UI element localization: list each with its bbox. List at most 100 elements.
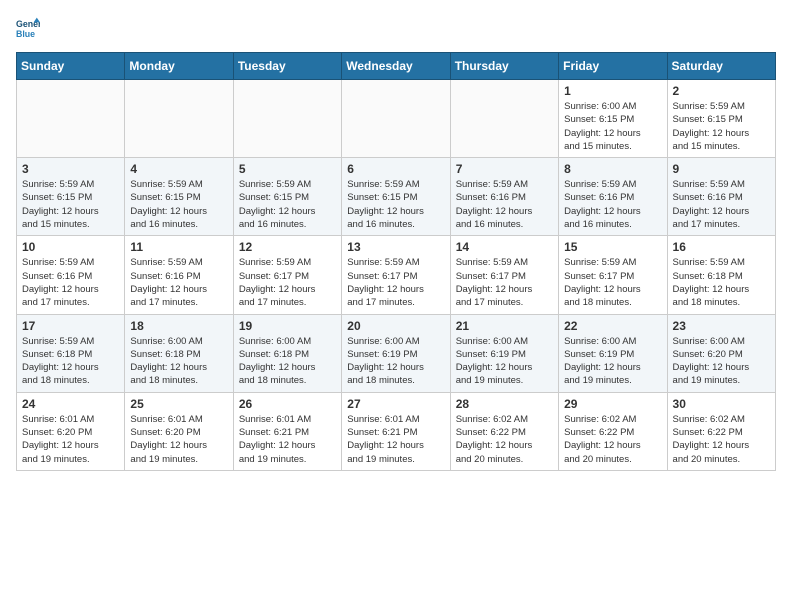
- calendar-day-cell: 18 Sunrise: 6:00 AMSunset: 6:18 PMDayligh…: [125, 314, 233, 392]
- day-number: 27: [347, 397, 444, 411]
- calendar-day-cell: 19 Sunrise: 6:00 AMSunset: 6:18 PMDayligh…: [233, 314, 341, 392]
- calendar-day-cell: 15 Sunrise: 5:59 AMSunset: 6:17 PMDayligh…: [559, 236, 667, 314]
- day-number: 4: [130, 162, 227, 176]
- calendar-table: SundayMondayTuesdayWednesdayThursdayFrid…: [16, 52, 776, 471]
- calendar-day-cell: 5 Sunrise: 5:59 AMSunset: 6:15 PMDaylight…: [233, 158, 341, 236]
- weekday-header: Saturday: [667, 53, 775, 80]
- calendar-day-cell: 10 Sunrise: 5:59 AMSunset: 6:16 PMDayligh…: [17, 236, 125, 314]
- day-info: Sunrise: 6:02 AMSunset: 6:22 PMDaylight:…: [456, 413, 553, 466]
- weekday-header: Monday: [125, 53, 233, 80]
- logo-icon: General Blue: [16, 16, 40, 40]
- calendar-week-row: 24 Sunrise: 6:01 AMSunset: 6:20 PMDayligh…: [17, 392, 776, 470]
- weekday-header: Wednesday: [342, 53, 450, 80]
- calendar-day-cell: [450, 80, 558, 158]
- calendar-day-cell: 23Sunrise: 6:00 AMSunset: 6:20 PMDayligh…: [667, 314, 775, 392]
- calendar-day-cell: 27Sunrise: 6:01 AMSunset: 6:21 PMDayligh…: [342, 392, 450, 470]
- calendar-day-cell: 9 Sunrise: 5:59 AMSunset: 6:16 PMDaylight…: [667, 158, 775, 236]
- day-number: 7: [456, 162, 553, 176]
- calendar-day-cell: 13 Sunrise: 5:59 AMSunset: 6:17 PMDayligh…: [342, 236, 450, 314]
- calendar-week-row: 17Sunrise: 5:59 AMSunset: 6:18 PMDayligh…: [17, 314, 776, 392]
- calendar-day-cell: 11 Sunrise: 5:59 AMSunset: 6:16 PMDayligh…: [125, 236, 233, 314]
- day-number: 20: [347, 319, 444, 333]
- day-number: 5: [239, 162, 336, 176]
- day-info: Sunrise: 6:01 AMSunset: 6:21 PMDaylight:…: [239, 413, 336, 466]
- day-info: Sunrise: 6:00 AMSunset: 6:15 PMDaylight:…: [564, 100, 661, 153]
- page-header: General Blue: [16, 16, 776, 40]
- day-number: 1: [564, 84, 661, 98]
- day-info: Sunrise: 6:00 AMSunset: 6:19 PMDaylight:…: [564, 335, 661, 388]
- calendar-day-cell: 6 Sunrise: 5:59 AMSunset: 6:15 PMDaylight…: [342, 158, 450, 236]
- calendar-day-cell: 21 Sunrise: 6:00 AMSunset: 6:19 PMDayligh…: [450, 314, 558, 392]
- calendar-day-cell: 8 Sunrise: 5:59 AMSunset: 6:16 PMDaylight…: [559, 158, 667, 236]
- calendar-day-cell: 14 Sunrise: 5:59 AMSunset: 6:17 PMDayligh…: [450, 236, 558, 314]
- calendar-day-cell: 12Sunrise: 5:59 AMSunset: 6:17 PMDayligh…: [233, 236, 341, 314]
- weekday-header: Thursday: [450, 53, 558, 80]
- day-number: 11: [130, 240, 227, 254]
- day-number: 2: [673, 84, 770, 98]
- day-number: 13: [347, 240, 444, 254]
- day-info: Sunrise: 6:02 AMSunset: 6:22 PMDaylight:…: [564, 413, 661, 466]
- day-info: Sunrise: 6:01 AMSunset: 6:20 PMDaylight:…: [130, 413, 227, 466]
- day-number: 21: [456, 319, 553, 333]
- day-number: 26: [239, 397, 336, 411]
- day-info: Sunrise: 5:59 AMSunset: 6:16 PMDaylight:…: [130, 256, 227, 309]
- day-number: 23: [673, 319, 770, 333]
- day-info: Sunrise: 5:59 AMSunset: 6:17 PMDaylight:…: [564, 256, 661, 309]
- calendar-day-cell: 4 Sunrise: 5:59 AMSunset: 6:15 PMDaylight…: [125, 158, 233, 236]
- day-number: 28: [456, 397, 553, 411]
- day-number: 17: [22, 319, 119, 333]
- day-info: Sunrise: 6:01 AMSunset: 6:20 PMDaylight:…: [22, 413, 119, 466]
- day-info: Sunrise: 5:59 AMSunset: 6:18 PMDaylight:…: [673, 256, 770, 309]
- calendar-day-cell: [125, 80, 233, 158]
- day-number: 25: [130, 397, 227, 411]
- calendar-week-row: 3 Sunrise: 5:59 AMSunset: 6:15 PMDaylight…: [17, 158, 776, 236]
- day-number: 8: [564, 162, 661, 176]
- day-number: 6: [347, 162, 444, 176]
- day-number: 9: [673, 162, 770, 176]
- weekday-header: Sunday: [17, 53, 125, 80]
- calendar-day-cell: 28 Sunrise: 6:02 AMSunset: 6:22 PMDayligh…: [450, 392, 558, 470]
- calendar-day-cell: 25 Sunrise: 6:01 AMSunset: 6:20 PMDayligh…: [125, 392, 233, 470]
- day-info: Sunrise: 6:00 AMSunset: 6:19 PMDaylight:…: [347, 335, 444, 388]
- day-info: Sunrise: 5:59 AMSunset: 6:17 PMDaylight:…: [347, 256, 444, 309]
- day-number: 15: [564, 240, 661, 254]
- day-number: 19: [239, 319, 336, 333]
- day-info: Sunrise: 5:59 AMSunset: 6:17 PMDaylight:…: [239, 256, 336, 309]
- day-info: Sunrise: 5:59 AMSunset: 6:15 PMDaylight:…: [239, 178, 336, 231]
- day-number: 3: [22, 162, 119, 176]
- day-number: 14: [456, 240, 553, 254]
- calendar-day-cell: 7 Sunrise: 5:59 AMSunset: 6:16 PMDaylight…: [450, 158, 558, 236]
- calendar-day-cell: 22 Sunrise: 6:00 AMSunset: 6:19 PMDayligh…: [559, 314, 667, 392]
- day-number: 29: [564, 397, 661, 411]
- weekday-header-row: SundayMondayTuesdayWednesdayThursdayFrid…: [17, 53, 776, 80]
- day-info: Sunrise: 6:00 AMSunset: 6:19 PMDaylight:…: [456, 335, 553, 388]
- calendar-day-cell: [342, 80, 450, 158]
- day-number: 10: [22, 240, 119, 254]
- day-info: Sunrise: 5:59 AMSunset: 6:16 PMDaylight:…: [456, 178, 553, 231]
- day-info: Sunrise: 5:59 AMSunset: 6:16 PMDaylight:…: [564, 178, 661, 231]
- logo: General Blue: [16, 16, 44, 40]
- calendar-day-cell: 3 Sunrise: 5:59 AMSunset: 6:15 PMDaylight…: [17, 158, 125, 236]
- calendar-day-cell: 2Sunrise: 5:59 AMSunset: 6:15 PMDaylight…: [667, 80, 775, 158]
- calendar-day-cell: 30 Sunrise: 6:02 AMSunset: 6:22 PMDayligh…: [667, 392, 775, 470]
- day-info: Sunrise: 5:59 AMSunset: 6:15 PMDaylight:…: [22, 178, 119, 231]
- day-number: 30: [673, 397, 770, 411]
- day-number: 22: [564, 319, 661, 333]
- calendar-day-cell: 26 Sunrise: 6:01 AMSunset: 6:21 PMDayligh…: [233, 392, 341, 470]
- calendar-day-cell: 17Sunrise: 5:59 AMSunset: 6:18 PMDayligh…: [17, 314, 125, 392]
- day-number: 18: [130, 319, 227, 333]
- calendar-day-cell: [17, 80, 125, 158]
- calendar-day-cell: 16Sunrise: 5:59 AMSunset: 6:18 PMDayligh…: [667, 236, 775, 314]
- day-info: Sunrise: 5:59 AMSunset: 6:16 PMDaylight:…: [22, 256, 119, 309]
- svg-text:Blue: Blue: [16, 29, 35, 39]
- calendar-day-cell: 29 Sunrise: 6:02 AMSunset: 6:22 PMDayligh…: [559, 392, 667, 470]
- calendar-day-cell: 20 Sunrise: 6:00 AMSunset: 6:19 PMDayligh…: [342, 314, 450, 392]
- day-info: Sunrise: 6:00 AMSunset: 6:18 PMDaylight:…: [130, 335, 227, 388]
- day-number: 24: [22, 397, 119, 411]
- day-info: Sunrise: 5:59 AMSunset: 6:17 PMDaylight:…: [456, 256, 553, 309]
- day-info: Sunrise: 6:00 AMSunset: 6:18 PMDaylight:…: [239, 335, 336, 388]
- day-info: Sunrise: 6:02 AMSunset: 6:22 PMDaylight:…: [673, 413, 770, 466]
- day-info: Sunrise: 5:59 AMSunset: 6:15 PMDaylight:…: [347, 178, 444, 231]
- day-info: Sunrise: 5:59 AMSunset: 6:16 PMDaylight:…: [673, 178, 770, 231]
- day-info: Sunrise: 5:59 AMSunset: 6:15 PMDaylight:…: [130, 178, 227, 231]
